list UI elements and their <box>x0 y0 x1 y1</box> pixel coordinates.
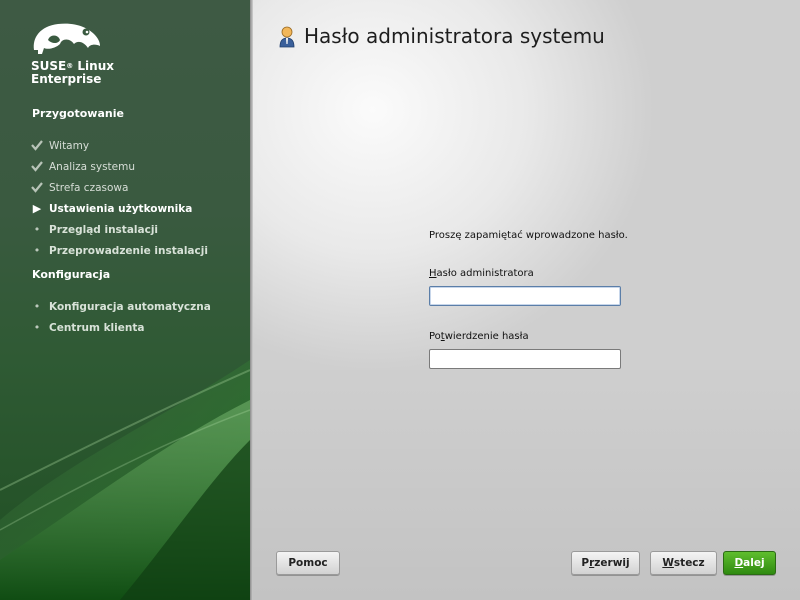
brand-suse: SUSE <box>31 59 67 73</box>
confirm-password-label: Potwierdzenie hasła <box>429 331 529 342</box>
triangle-right-icon: ▶ <box>32 202 42 215</box>
info-text: Proszę zapamiętać wprowadzone hasło. <box>429 230 628 241</box>
abort-button[interactable]: Pr zerwij <box>571 551 640 575</box>
password-label-mnemonic: H <box>429 268 437 279</box>
brand-enterprise: Enterprise <box>31 72 102 86</box>
confirm-label-rest: wierdzenie hasła <box>444 331 529 342</box>
page-title: Hasło administratora systemu <box>304 24 605 48</box>
section-preparation: Przygotowanie <box>32 107 124 120</box>
confirm-label-prefix: Po <box>429 331 441 342</box>
bullet-icon: • <box>33 244 41 257</box>
password-label: Hasło administratora <box>429 268 534 279</box>
back-label-post: stecz <box>673 557 705 569</box>
brand-linux: Linux <box>73 59 114 73</box>
suse-chameleon-icon <box>30 20 102 60</box>
next-label-post: alej <box>743 557 765 569</box>
next-button[interactable]: Dalej <box>723 551 776 575</box>
check-icon <box>30 181 44 196</box>
step-przeglad-instalacji: Przegląd instalacji <box>49 224 159 236</box>
check-icon <box>30 139 44 154</box>
password-label-rest: asło administratora <box>436 268 534 279</box>
step-centrum-klienta: Centrum klienta <box>49 322 145 334</box>
brand-text: SUSE® Linux Enterprise <box>31 60 114 86</box>
back-button[interactable]: Wstecz <box>650 551 717 575</box>
sidebar: SUSE® Linux Enterprise Przygotowanie Wit… <box>0 0 250 600</box>
section-configuration: Konfiguracja <box>32 268 111 281</box>
check-icon <box>30 160 44 175</box>
step-witamy: Witamy <box>49 140 90 152</box>
password-field[interactable] <box>429 286 621 306</box>
step-konfiguracja-automatyczna: Konfiguracja automatyczna <box>49 301 211 313</box>
step-analiza-systemu: Analiza systemu <box>49 161 136 173</box>
next-label-mnemonic: D <box>734 557 744 569</box>
step-strefa-czasowa: Strefa czasowa <box>49 182 129 194</box>
bullet-icon: • <box>33 321 41 334</box>
user-admin-icon <box>278 26 296 52</box>
step-przeprowadzenie-instalacji: Przeprowadzenie instalacji <box>49 245 208 257</box>
help-button[interactable]: Pomoc <box>276 551 340 575</box>
bullet-icon: • <box>33 300 41 313</box>
abort-label-pre: P <box>581 557 590 569</box>
step-ustawienia-uzytkownika: Ustawienia użytkownika <box>49 203 193 215</box>
abort-label-post: zerwij <box>594 557 630 569</box>
back-label-mnemonic: W <box>662 557 674 569</box>
bullet-icon: • <box>33 223 41 236</box>
confirm-password-field[interactable] <box>429 349 621 369</box>
